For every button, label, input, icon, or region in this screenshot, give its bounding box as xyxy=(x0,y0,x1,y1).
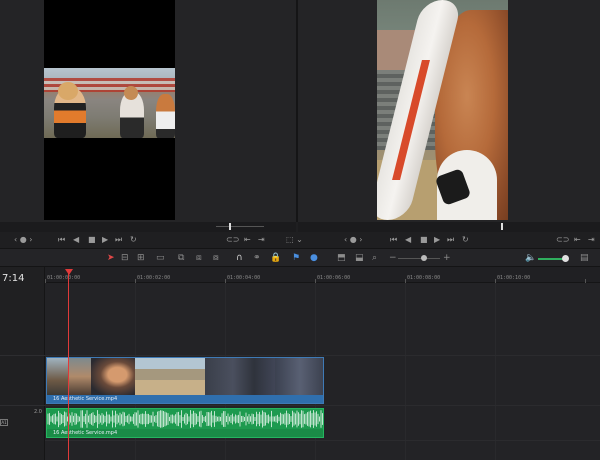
zoom-out-icon[interactable]: − xyxy=(389,253,397,263)
volume-slider-knob[interactable] xyxy=(562,255,569,262)
timeline[interactable]: 7:14 2.0 A1 01:00:00:00 01:00:02:00 01:0… xyxy=(0,267,600,460)
mark-out-icon[interactable]: ⇥ xyxy=(258,235,265,245)
program-transport: ⬚ ⌄ ‹ ● › ⏮ ◀ ■ ▶ ⏭ ↻ ⊂⊃ ⇤ ⇥ xyxy=(286,232,600,248)
mark-in-icon[interactable]: ⇤ xyxy=(244,235,251,245)
ruler-label: 01:00:00:00 xyxy=(47,275,81,281)
ruler-label: 01:00:02:00 xyxy=(137,275,171,281)
ruler-label: 01:00:10:00 xyxy=(497,275,531,281)
video-clip-name: 16 Aesthetic Service.mp4 xyxy=(53,396,118,402)
closeup-photo xyxy=(377,0,508,220)
audio-track-badge[interactable]: A1 xyxy=(0,419,8,426)
zoom-custom-icon[interactable]: ⌕ xyxy=(372,253,377,263)
stop-icon[interactable]: ■ xyxy=(88,235,96,245)
insert-clip-icon[interactable]: ⧉ xyxy=(178,253,184,263)
stop-icon[interactable]: ■ xyxy=(420,235,428,245)
play-icon[interactable]: ▶ xyxy=(434,235,440,245)
audio-waveform xyxy=(47,410,323,428)
zoom-detail-icon[interactable]: ⬓ xyxy=(355,253,364,263)
zoom-dropdown-icon[interactable]: ‹ ● › xyxy=(344,235,362,245)
zoom-in-icon[interactable]: + xyxy=(443,253,451,263)
ruler-label: 01:00:04:00 xyxy=(227,275,261,281)
loop-icon[interactable]: ↻ xyxy=(130,235,137,245)
zoom-slider-knob[interactable] xyxy=(421,255,427,261)
timeline-ruler[interactable]: 01:00:00:00 01:00:02:00 01:00:04:00 01:0… xyxy=(45,267,600,283)
match-frame-icon[interactable]: ⊂⊃ xyxy=(556,235,569,245)
replace-clip-icon[interactable]: ⧇ xyxy=(213,253,219,263)
track-headers: 7:14 2.0 A1 xyxy=(0,267,45,460)
playhead-handle[interactable] xyxy=(65,269,73,275)
blade-tool-icon[interactable]: ▭ xyxy=(156,253,165,263)
skip-start-icon[interactable]: ⏮ xyxy=(58,235,65,245)
skip-end-icon[interactable]: ⏭ xyxy=(447,235,454,245)
audio-clip-name: 16 Aesthetic Service.mp4 xyxy=(53,430,118,436)
mixer-icon[interactable]: ▤ xyxy=(580,253,589,263)
mark-in-icon[interactable]: ⇤ xyxy=(574,235,581,245)
overwrite-clip-icon[interactable]: ⧈ xyxy=(196,253,202,263)
timecode: 7:14 xyxy=(2,273,25,284)
audio-clip[interactable]: 16 Aesthetic Service.mp4 xyxy=(46,408,324,438)
play-icon[interactable]: ▶ xyxy=(102,235,108,245)
dynamic-trim-icon[interactable]: ⊞ xyxy=(137,253,145,263)
lock-icon[interactable]: 🔒 xyxy=(270,253,281,263)
trim-tool-icon[interactable]: ⊟ xyxy=(121,253,129,263)
mark-out-icon[interactable]: ⇥ xyxy=(588,235,595,245)
ruler-label: 01:00:08:00 xyxy=(407,275,441,281)
source-transport: ‹ ● › ⏮ ◀ ■ ▶ ⏭ ↻ ⊂⊃ ⇤ ⇥ xyxy=(0,232,296,248)
step-back-icon[interactable]: ◀ xyxy=(73,235,79,245)
step-back-icon[interactable]: ◀ xyxy=(405,235,411,245)
source-scrub-knob[interactable] xyxy=(229,223,231,230)
timeline-toolbar: ➤ ⊟ ⊞ ▭ ⧉ ⧈ ⧇ ∩ ⚭ 🔒 ⚑ ● ⬒ ⬓ ⌕ − + 🔈 ▤ xyxy=(0,248,600,267)
selection-tool-icon[interactable]: ➤ xyxy=(107,253,115,263)
program-scrubber[interactable] xyxy=(298,222,600,232)
zoom-full-icon[interactable]: ⬒ xyxy=(337,253,346,263)
video-clip[interactable]: 16 Aesthetic Service.mp4 xyxy=(46,357,324,404)
skip-end-icon[interactable]: ⏭ xyxy=(115,235,122,245)
source-viewer[interactable] xyxy=(0,0,296,222)
zoom-dropdown-icon[interactable]: ‹ ● › xyxy=(14,235,32,245)
source-scrubber[interactable] xyxy=(0,222,296,232)
viewer-mode-icon[interactable]: ⬚ ⌄ xyxy=(286,235,303,245)
cheerleaders-photo xyxy=(44,68,175,138)
ruler-label: 01:00:06:00 xyxy=(317,275,351,281)
flag-icon[interactable]: ⚑ xyxy=(292,253,300,263)
loop-icon[interactable]: ↻ xyxy=(462,235,469,245)
playhead[interactable] xyxy=(68,272,69,460)
skip-start-icon[interactable]: ⏮ xyxy=(390,235,397,245)
marker-icon[interactable]: ● xyxy=(310,253,318,263)
audio-level-label: 2.0 xyxy=(34,409,42,415)
snapping-icon[interactable]: ∩ xyxy=(236,253,243,263)
linked-selection-icon[interactable]: ⚭ xyxy=(253,253,261,263)
volume-icon[interactable]: 🔈 xyxy=(525,253,536,263)
program-scrub-knob[interactable] xyxy=(501,223,503,230)
match-frame-icon[interactable]: ⊂⊃ xyxy=(226,235,239,245)
